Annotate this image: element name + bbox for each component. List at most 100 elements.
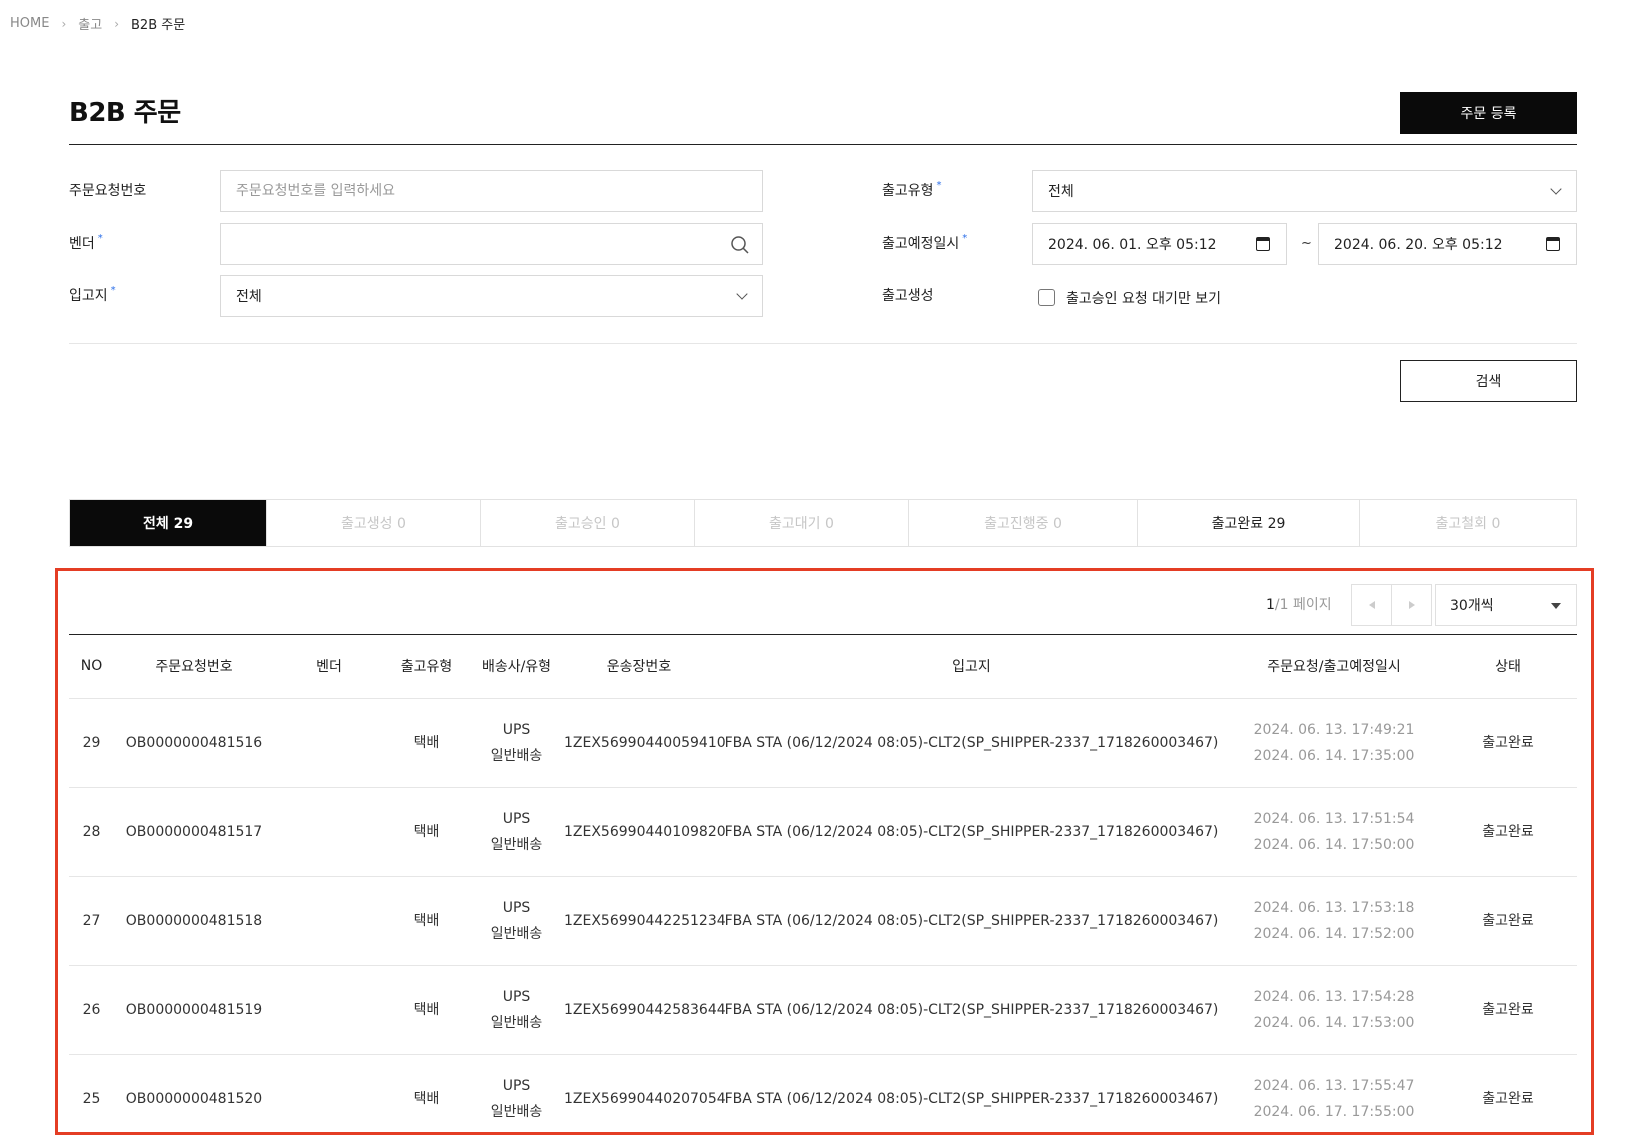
scheduled-date: 2024. 06. 14. 17:50:00 (1253, 836, 1415, 853)
column-header[interactable]: 주문요청/출고예정일시 (1229, 635, 1439, 699)
carrier-name: UPS (502, 988, 531, 1005)
status-badge: 출고완료 (1439, 787, 1577, 877)
table-row[interactable]: 28 OB0000000481517 택배 UPS 일반배송 1ZEX569904… (69, 787, 1577, 877)
create-label: 출고생성 (882, 288, 934, 304)
cell-carrier: UPS 일반배송 (469, 787, 564, 877)
column-header[interactable]: 벤더 (274, 635, 384, 699)
order-no-input[interactable] (236, 183, 747, 199)
tab-approved[interactable]: 출고승인 0 (481, 500, 695, 546)
breadcrumb-current: B2B 주문 (131, 18, 186, 33)
order-no-field[interactable] (220, 170, 763, 212)
tab-in-progress[interactable]: 출고진행중 0 (909, 500, 1138, 546)
carrier-type: 일반배송 (490, 836, 543, 853)
requested-date: 2024. 06. 13. 17:55:47 (1253, 1077, 1415, 1094)
carrier-name: UPS (502, 1077, 531, 1094)
column-header[interactable]: 상태 (1439, 635, 1577, 699)
carrier-type: 일반배송 (490, 747, 543, 764)
vendor-label: 벤더 * (69, 233, 103, 252)
page-info: 1/1 페이지 (1266, 597, 1332, 613)
cell-order-no[interactable]: OB0000000481519 (114, 965, 274, 1055)
vendor-search-field[interactable] (220, 223, 763, 265)
next-page-button[interactable] (1391, 584, 1432, 626)
requested-date: 2024. 06. 13. 17:54:28 (1253, 988, 1415, 1005)
carrier-type: 일반배송 (490, 1014, 543, 1031)
cell-ship-type: 택배 (384, 876, 469, 966)
cell-order-no[interactable]: OB0000000481516 (114, 698, 274, 788)
warehouse-select[interactable]: 전체 (220, 275, 763, 317)
date-to-input[interactable]: 2024. 06. 20. 오후 05:12 (1318, 223, 1577, 265)
tab-all[interactable]: 전체 29 (70, 500, 267, 546)
cell-carrier: UPS 일반배송 (469, 698, 564, 788)
per-page-select[interactable]: 30개씩 (1435, 584, 1577, 626)
column-header[interactable]: 주문요청번호 (114, 635, 274, 699)
column-header[interactable]: NO (69, 635, 114, 699)
tab-waiting[interactable]: 출고대기 0 (695, 500, 909, 546)
cell-tracking[interactable]: 1ZEX56990440207054 (564, 1054, 726, 1136)
register-order-button[interactable]: 주문 등록 (1400, 92, 1577, 134)
caret-down-icon (1551, 603, 1561, 609)
cell-vendor (274, 876, 384, 966)
approval-pending-checkbox[interactable] (1038, 289, 1055, 306)
cell-order-no[interactable]: OB0000000481518 (114, 876, 274, 966)
chevron-down-icon (1550, 183, 1562, 195)
cell-no: 26 (69, 965, 114, 1055)
per-page-value: 30개씩 (1450, 598, 1494, 614)
column-header[interactable]: 운송장번호 (564, 635, 714, 699)
calendar-icon[interactable] (1256, 237, 1270, 251)
cell-ship-type: 택배 (384, 698, 469, 788)
chevron-right-icon: › (61, 16, 67, 31)
column-header[interactable]: 출고유형 (384, 635, 469, 699)
ship-date-label: 출고예정일시 * (882, 233, 968, 252)
ship-type-label: 출고유형 * (882, 180, 942, 199)
date-range-separator: ~ (1301, 236, 1312, 251)
requested-date: 2024. 06. 13. 17:51:54 (1253, 810, 1415, 827)
approval-pending-label[interactable]: 출고승인 요청 대기만 보기 (1066, 288, 1221, 308)
cell-warehouse: FBA STA (06/12/2024 08:05)-CLT2(SP_SHIPP… (714, 698, 1229, 788)
tab-withdrawn[interactable]: 출고철회 0 (1360, 500, 1576, 546)
carrier-name: UPS (502, 721, 531, 738)
table-row[interactable]: 27 OB0000000481518 택배 UPS 일반배송 1ZEX569904… (69, 876, 1577, 966)
cell-order-no[interactable]: OB0000000481517 (114, 787, 274, 877)
date-from-value: 2024. 06. 01. 오후 05:12 (1048, 237, 1217, 253)
cell-tracking[interactable]: 1ZEX56990440059410 (564, 698, 726, 788)
breadcrumb-home[interactable]: HOME (10, 16, 49, 31)
carrier-type: 일반배송 (490, 1103, 543, 1120)
prev-page-button[interactable] (1351, 584, 1392, 626)
calendar-icon[interactable] (1546, 237, 1560, 251)
column-header[interactable]: 입고지 (714, 635, 1229, 699)
scheduled-date: 2024. 06. 14. 17:52:00 (1253, 925, 1415, 942)
cell-order-no[interactable]: OB0000000481520 (114, 1054, 274, 1136)
search-icon[interactable] (730, 235, 750, 255)
cell-tracking[interactable]: 1ZEX56990442251234 (564, 876, 726, 966)
warehouse-selected-value: 전체 (236, 289, 262, 305)
vendor-input[interactable] (236, 236, 747, 252)
table-row[interactable]: 29 OB0000000481516 택배 UPS 일반배송 1ZEX569904… (69, 698, 1577, 788)
date-to-value: 2024. 06. 20. 오후 05:12 (1334, 237, 1503, 253)
cell-tracking[interactable]: 1ZEX56990440109820 (564, 787, 726, 877)
tab-completed[interactable]: 출고완료 29 (1138, 500, 1360, 546)
warehouse-label: 입고지 * (69, 285, 116, 304)
date-from-input[interactable]: 2024. 06. 01. 오후 05:12 (1032, 223, 1287, 265)
search-button[interactable]: 검색 (1400, 360, 1577, 402)
breadcrumb-outbound[interactable]: 출고 (78, 14, 102, 33)
requested-date: 2024. 06. 13. 17:49:21 (1253, 721, 1415, 738)
page-title: B2B 주문 (69, 98, 181, 128)
ship-type-select[interactable]: 전체 (1032, 170, 1577, 212)
cell-no: 29 (69, 698, 114, 788)
column-header[interactable]: 배송사/유형 (469, 635, 564, 699)
orders-table: NO 주문요청번호 벤더 출고유형 배송사/유형 운송장번호 입고지 주문요청/… (69, 635, 1577, 1136)
tab-created[interactable]: 출고생성 0 (267, 500, 481, 546)
cell-vendor (274, 698, 384, 788)
cell-tracking[interactable]: 1ZEX56990442583644 (564, 965, 726, 1055)
status-badge: 출고완료 (1439, 698, 1577, 788)
status-badge: 출고완료 (1439, 965, 1577, 1055)
cell-no: 28 (69, 787, 114, 877)
cell-carrier: UPS 일반배송 (469, 1054, 564, 1136)
table-row[interactable]: 25 OB0000000481520 택배 UPS 일반배송 1ZEX569904… (69, 1054, 1577, 1136)
carrier-type: 일반배송 (490, 925, 543, 942)
breadcrumb: HOME › 출고 › B2B 주문 (10, 14, 185, 33)
chevron-down-icon (736, 288, 748, 300)
order-no-label: 주문요청번호 (69, 183, 147, 199)
cell-dates: 2024. 06. 13. 17:53:18 2024. 06. 14. 17:5… (1229, 876, 1439, 966)
table-row[interactable]: 26 OB0000000481519 택배 UPS 일반배송 1ZEX569904… (69, 965, 1577, 1055)
